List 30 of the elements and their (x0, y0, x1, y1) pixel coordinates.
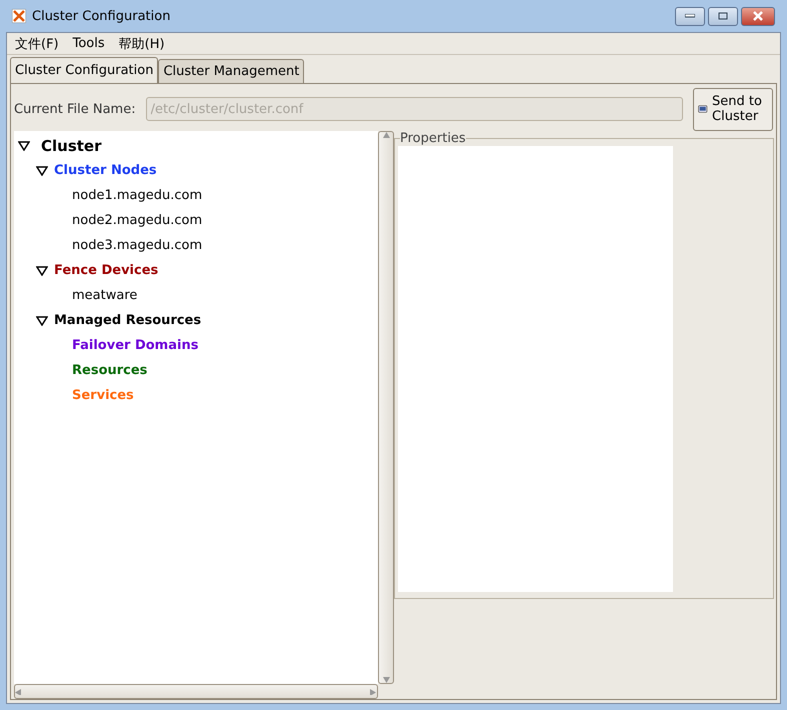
close-button[interactable] (741, 6, 775, 26)
expander-icon[interactable] (36, 266, 48, 276)
tree-item[interactable]: node2.magedu.com (72, 213, 202, 228)
tree-item[interactable]: Cluster Nodes (54, 163, 157, 178)
frame-title: Properties (400, 131, 466, 146)
minimize-button[interactable] (675, 6, 705, 26)
tree-item[interactable]: node3.magedu.com (72, 238, 202, 253)
maximize-button[interactable] (708, 6, 738, 26)
maximize-icon (718, 12, 728, 20)
tree-item[interactable]: Managed Resources (54, 313, 202, 328)
tree-item[interactable]: Fence Devices (54, 263, 158, 278)
tree-item[interactable]: Resources (72, 363, 148, 378)
tree-item[interactable]: node1.magedu.com (72, 188, 202, 203)
tree-item[interactable]: meatware (72, 288, 138, 303)
field-label: Current File Name: (14, 102, 136, 116)
app-icon (12, 9, 26, 23)
tab[interactable]: Cluster Configuration (10, 57, 158, 83)
expander-icon[interactable] (36, 316, 48, 326)
minimize-icon (685, 14, 695, 18)
expander-icon[interactable] (18, 140, 30, 150)
tree-item[interactable]: Failover Domains (72, 338, 198, 353)
send-button[interactable]: Send to Cluster (693, 88, 773, 130)
menu-item[interactable]: Tools (72, 36, 105, 51)
menu-item[interactable]: 文件(F) (15, 34, 59, 52)
close-icon (753, 11, 763, 21)
window-title: Cluster Configuration (32, 8, 172, 24)
tree-item[interactable]: Cluster (41, 136, 102, 154)
tab[interactable]: Cluster Management (158, 59, 304, 83)
expander-icon[interactable] (36, 166, 48, 176)
menu-item[interactable]: 帮助(H) (118, 34, 165, 52)
